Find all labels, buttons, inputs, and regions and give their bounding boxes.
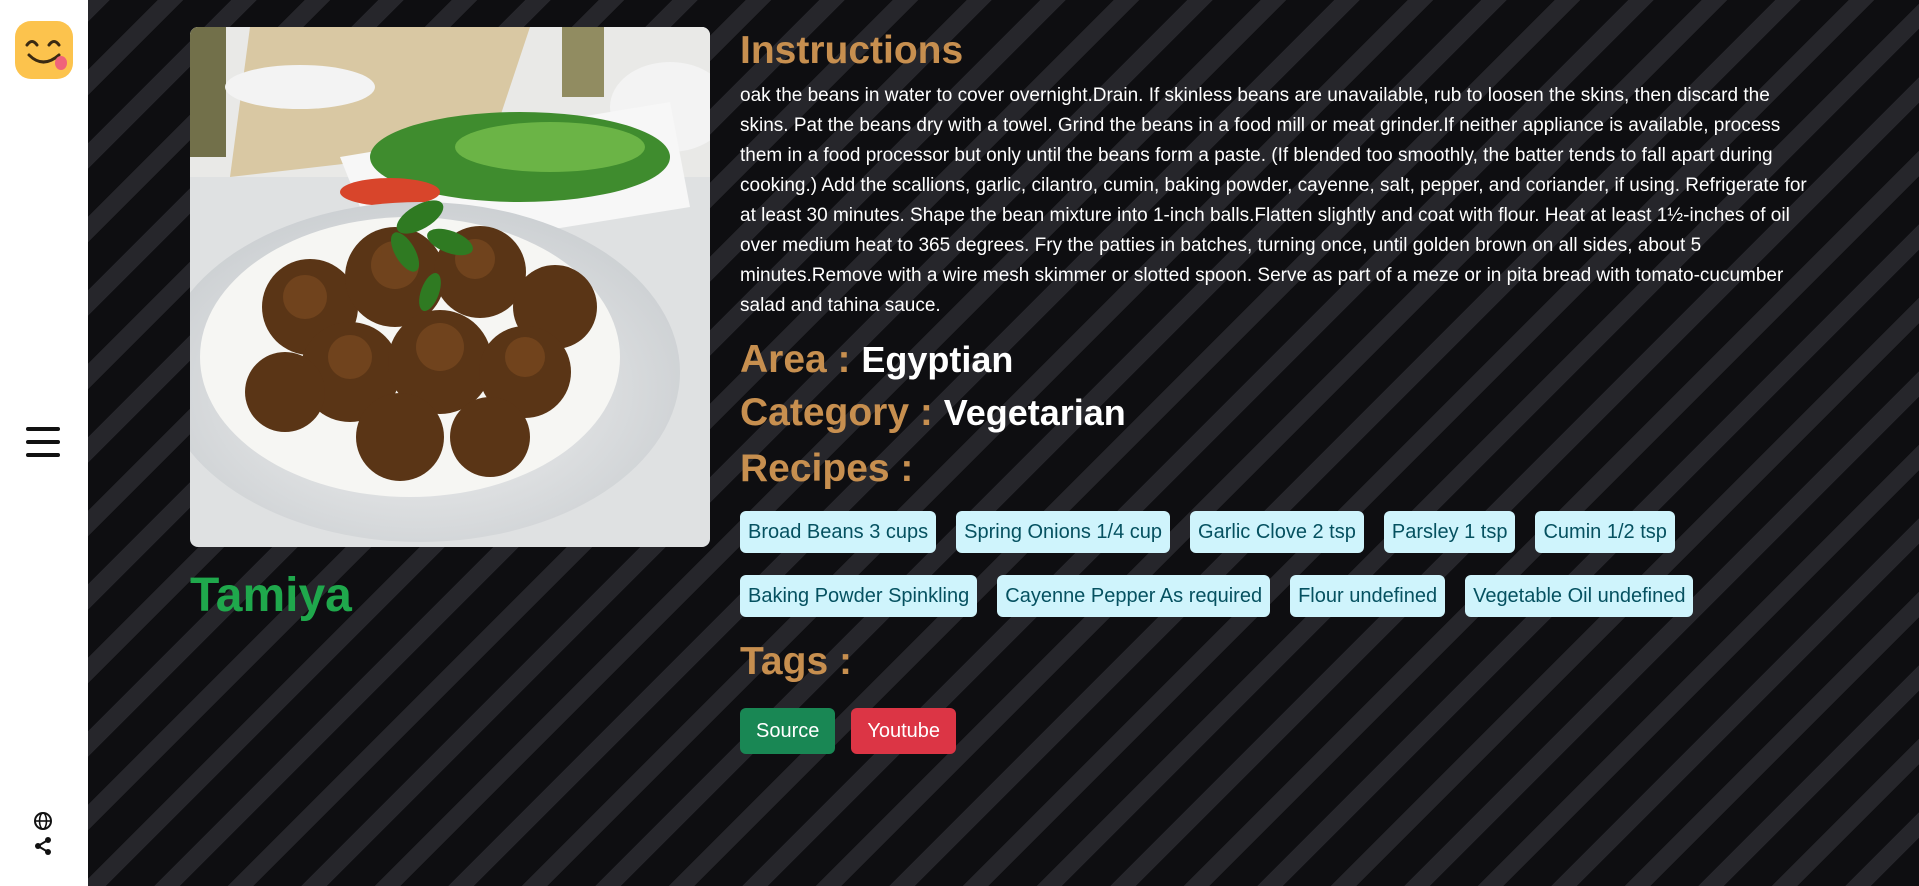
recipe-chip: Baking Powder Spinkling [740, 575, 978, 618]
area-row: Area : Egyptian [740, 337, 1810, 384]
category-label: Category : [740, 390, 944, 434]
recipes-heading: Recipes : [740, 447, 914, 491]
recipe-list: Broad Beans 3 cups Spring Onions 1/4 cup… [740, 511, 1740, 618]
recipe-chip: Cumin 1/2 tsp [1535, 511, 1675, 554]
recipe-chip: Flour undefined [1290, 575, 1446, 618]
youtube-button[interactable]: Youtube [851, 707, 957, 754]
category-row: Category : Vegetarian [740, 390, 1810, 437]
area-value: Egyptian [861, 338, 1014, 380]
globe-icon[interactable] [33, 811, 53, 831]
recipe-chip: Garlic Clove 2 tsp [1190, 511, 1364, 554]
area-label: Area : [740, 337, 862, 381]
share-icon[interactable] [33, 836, 53, 856]
source-button[interactable]: Source [740, 707, 836, 754]
hamburger-menu-icon[interactable] [26, 427, 62, 461]
recipe-chip: Spring Onions 1/4 cup [956, 511, 1171, 554]
instructions-heading: Instructions [740, 29, 964, 72]
instructions-text: oak the beans in water to cover overnigh… [740, 84, 1807, 316]
category-value: Vegetarian [943, 391, 1126, 433]
tags-heading: Tags : [740, 640, 852, 684]
meal-image [190, 27, 710, 547]
side-nav [0, 0, 88, 886]
tag-buttons: Source Youtube [740, 707, 1810, 754]
recipe-chip: Broad Beans 3 cups [740, 511, 937, 554]
recipe-chip: Parsley 1 tsp [1383, 511, 1516, 554]
meal-details: Instructions oak the beans in water to c… [740, 28, 1810, 754]
recipe-chip: Vegetable Oil undefined [1465, 575, 1694, 618]
meal-title: Tamiya [190, 569, 352, 622]
smiley-logo-icon[interactable] [15, 21, 73, 79]
recipe-chip: Cayenne Pepper As required [997, 575, 1271, 618]
